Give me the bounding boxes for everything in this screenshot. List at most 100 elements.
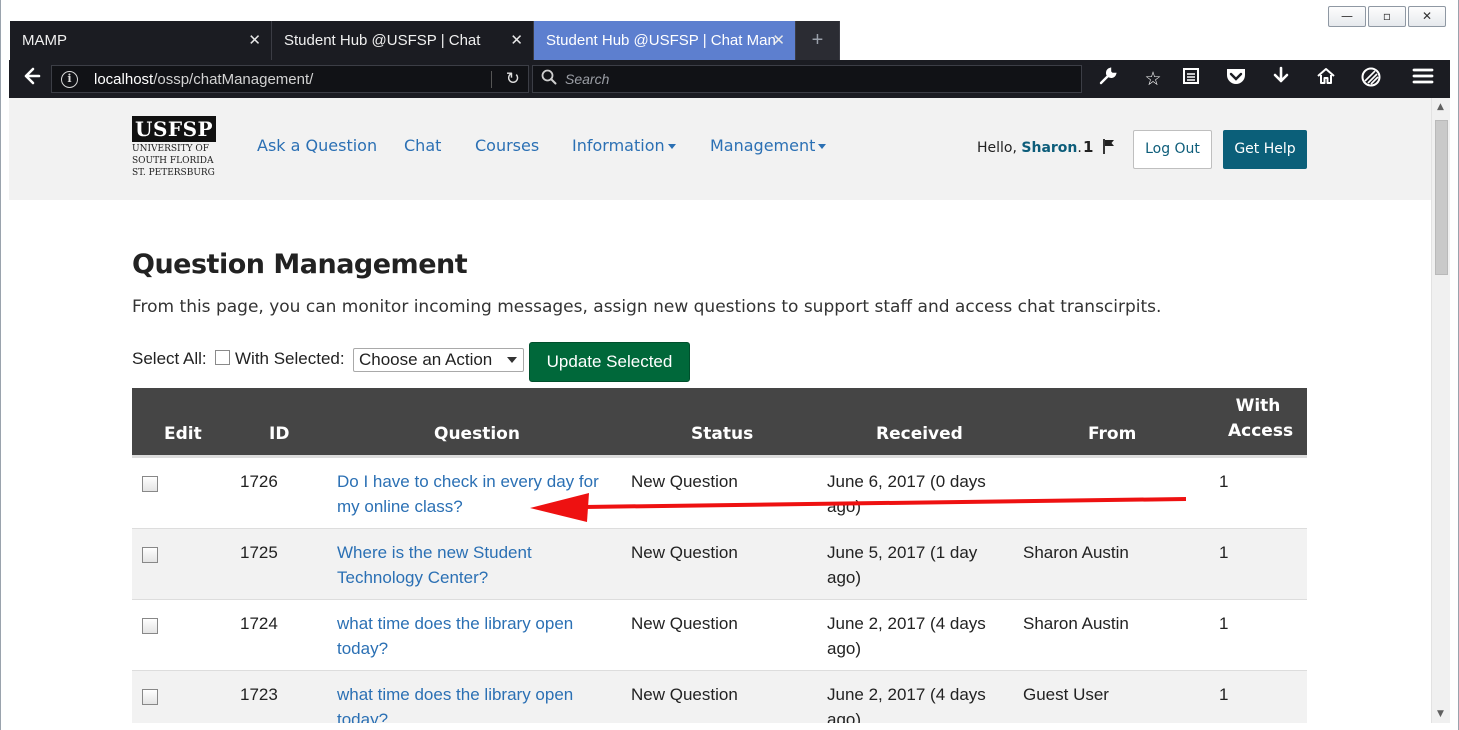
- info-icon[interactable]: i: [61, 71, 78, 88]
- window-bottom-edge: [0, 723, 1459, 730]
- header-with-access: With Access: [1228, 396, 1294, 441]
- row-checkbox[interactable]: [142, 689, 158, 705]
- download-icon[interactable]: [1267, 66, 1295, 92]
- row-checkbox[interactable]: [142, 618, 158, 634]
- row-checkbox[interactable]: [142, 476, 158, 492]
- window-frame-left: [0, 60, 9, 730]
- nav-label: Management: [710, 136, 816, 155]
- table-header: Edit ID Question Status Received From Wi…: [132, 388, 1307, 458]
- tab-title: MAMP: [22, 32, 67, 49]
- flag-counter[interactable]: 1: [1083, 138, 1116, 158]
- close-window-button[interactable]: ✕: [1408, 6, 1446, 27]
- question-link[interactable]: what time does the library open today?: [337, 682, 617, 723]
- new-tab-button[interactable]: +: [796, 21, 840, 60]
- menu-icon[interactable]: [1409, 66, 1437, 92]
- action-select-value: Choose an Action: [359, 350, 493, 369]
- url-text[interactable]: localhost/ossp/chatManagement/: [94, 66, 313, 93]
- logout-button[interactable]: Log Out: [1133, 130, 1212, 169]
- flag-count: 1: [1083, 138, 1094, 156]
- back-icon[interactable]: [19, 66, 45, 92]
- table-row: 1725 Where is the new Student Technology…: [132, 529, 1307, 600]
- page-description: From this page, you can monitor incoming…: [132, 297, 1162, 317]
- tab-chat-management[interactable]: Student Hub @USFSP | Chat Man ✕: [534, 21, 796, 60]
- tab-title: Student Hub @USFSP | Chat: [284, 32, 481, 49]
- table-row: 1723 what time does the library open tod…: [132, 671, 1307, 723]
- dropdown-arrow-icon: [507, 357, 517, 363]
- row-access: 1: [1219, 543, 1229, 562]
- caret-down-icon: [667, 144, 676, 149]
- row-from: Sharon Austin: [1023, 543, 1129, 562]
- greeting: Hello, Sharon.: [977, 140, 1082, 156]
- row-received: June 6, 2017 (0 days ago): [827, 472, 986, 516]
- usfsp-logo[interactable]: USFSP UNIVERSITY OF SOUTH FLORIDA ST. PE…: [132, 116, 222, 178]
- site-header: USFSP UNIVERSITY OF SOUTH FLORIDA ST. PE…: [9, 98, 1431, 200]
- reload-icon[interactable]: ↻: [506, 66, 520, 93]
- caret-down-icon: [818, 144, 827, 149]
- logo-line: UNIVERSITY OF: [132, 144, 210, 154]
- nav-chat[interactable]: Chat: [404, 136, 441, 155]
- row-status: New Question: [631, 685, 738, 704]
- row-access: 1: [1219, 685, 1229, 704]
- with-selected-label: With Selected:: [235, 349, 345, 368]
- question-link[interactable]: what time does the library open today?: [337, 611, 617, 661]
- row-access: 1: [1219, 614, 1229, 633]
- tab-mamp[interactable]: MAMP ✕: [10, 21, 272, 60]
- row-status: New Question: [631, 614, 738, 633]
- search-bar[interactable]: Search: [532, 65, 1082, 93]
- update-selected-button[interactable]: Update Selected: [529, 342, 690, 382]
- wrench-icon[interactable]: [1094, 66, 1122, 92]
- nav-label: Information: [572, 136, 665, 155]
- row-id: 1724: [240, 614, 278, 633]
- tab-close-icon[interactable]: ✕: [772, 21, 785, 60]
- logo-line: SOUTH FLORIDA: [132, 156, 214, 166]
- star-icon[interactable]: ☆: [1139, 66, 1167, 92]
- header-status: Status: [691, 424, 754, 444]
- row-status: New Question: [631, 543, 738, 562]
- action-select[interactable]: Choose an Action: [353, 348, 524, 372]
- question-link[interactable]: Where is the new Student Technology Cent…: [337, 540, 617, 590]
- nav-courses[interactable]: Courses: [475, 136, 539, 155]
- row-from: Guest User: [1023, 685, 1109, 704]
- maximize-button[interactable]: ▫: [1368, 6, 1406, 27]
- nav-information[interactable]: Information: [572, 136, 676, 155]
- table-row: 1726 Do I have to check in every day for…: [132, 458, 1307, 529]
- vertical-scrollbar[interactable]: ▲ ▼: [1431, 98, 1450, 723]
- page-title: Question Management: [132, 249, 468, 280]
- scroll-down-icon[interactable]: ▼: [1437, 709, 1444, 719]
- scrollbar-thumb[interactable]: [1435, 120, 1448, 275]
- row-access: 1: [1219, 472, 1229, 491]
- logo-mark: USFSP: [132, 116, 217, 142]
- header-received: Received: [876, 424, 963, 444]
- pocket-icon[interactable]: [1222, 66, 1250, 92]
- question-link[interactable]: Do I have to check in every day for my o…: [337, 469, 617, 519]
- user-name: Sharon: [1021, 140, 1078, 156]
- select-all-checkbox[interactable]: [215, 350, 230, 365]
- reading-list-icon[interactable]: [1177, 66, 1205, 92]
- tab-title: Student Hub @USFSP | Chat Man: [546, 32, 776, 49]
- row-received: June 5, 2017 (1 day ago): [827, 543, 978, 587]
- header-edit: Edit: [164, 424, 202, 444]
- tab-student-hub-chat[interactable]: Student Hub @USFSP | Chat ✕: [272, 21, 534, 60]
- row-id: 1726: [240, 472, 278, 491]
- row-received: June 2, 2017 (4 days ago): [827, 614, 986, 658]
- row-checkbox[interactable]: [142, 547, 158, 563]
- minimize-button[interactable]: —: [1328, 6, 1366, 27]
- tracker-icon[interactable]: [1357, 66, 1385, 92]
- tab-close-icon[interactable]: ✕: [248, 21, 261, 60]
- flag-icon: [1102, 138, 1116, 158]
- row-received: June 2, 2017 (4 days ago): [827, 685, 986, 723]
- nav-management[interactable]: Management: [710, 136, 827, 155]
- nav-ask-a-question[interactable]: Ask a Question: [257, 136, 377, 155]
- header-from: From: [1088, 424, 1137, 444]
- table-row: 1724 what time does the library open tod…: [132, 600, 1307, 671]
- search-icon: [541, 68, 557, 90]
- select-all-label: Select All:: [132, 349, 207, 368]
- questions-table: Edit ID Question Status Received From Wi…: [132, 388, 1307, 723]
- get-help-button[interactable]: Get Help: [1223, 130, 1307, 169]
- row-id: 1725: [240, 543, 278, 562]
- url-bar[interactable]: i localhost/ossp/chatManagement/ ↻: [51, 65, 529, 93]
- tab-close-icon[interactable]: ✕: [510, 21, 523, 60]
- scroll-up-icon[interactable]: ▲: [1437, 102, 1444, 112]
- browser-toolbar: i localhost/ossp/chatManagement/ ↻ Searc…: [9, 60, 1450, 98]
- home-icon[interactable]: [1312, 66, 1340, 92]
